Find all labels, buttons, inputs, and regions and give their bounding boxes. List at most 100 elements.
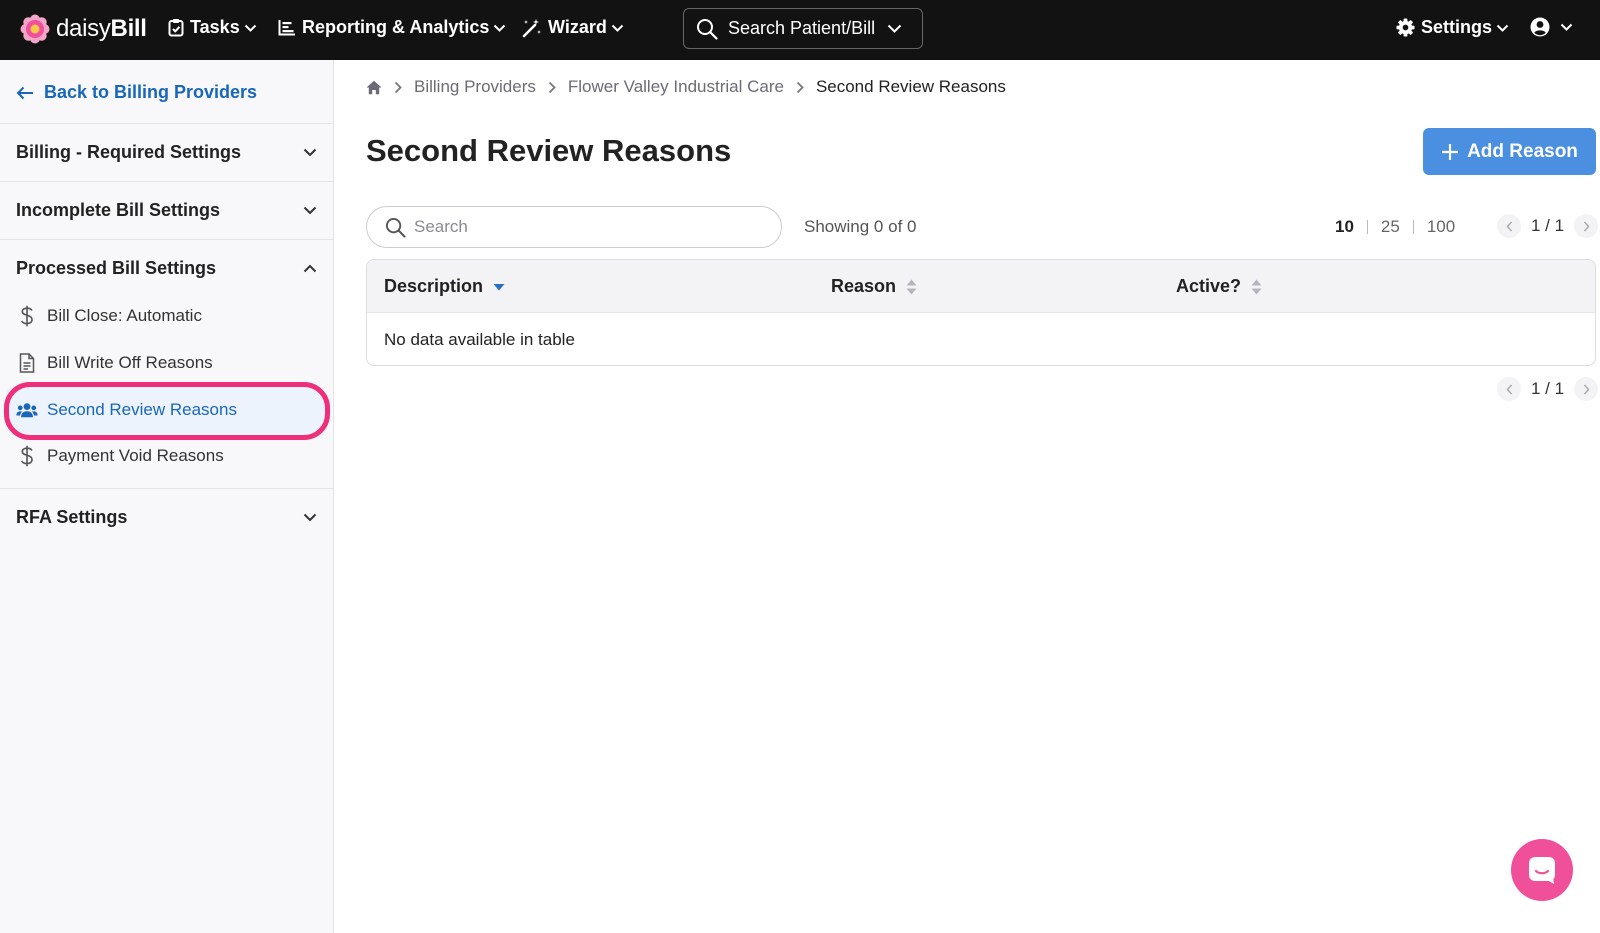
- chevron-left-icon: [1505, 221, 1512, 231]
- nav-reporting-analytics[interactable]: Reporting & Analytics: [278, 17, 506, 38]
- prev-page-button[interactable]: [1497, 377, 1521, 401]
- settings-sidebar: Back to Billing Providers Billing - Requ…: [0, 60, 334, 933]
- sidebar-item-bill-write-off-reasons[interactable]: Bill Write Off Reasons: [16, 343, 326, 383]
- chevron-down-icon: [303, 206, 317, 215]
- chevron-down-icon: [494, 24, 506, 32]
- chevron-right-icon: [1583, 221, 1590, 231]
- table-search: [366, 206, 782, 248]
- sidebar-item-label: Payment Void Reasons: [47, 446, 224, 465]
- page-title: Second Review Reasons: [366, 133, 732, 168]
- sidebar-section-billing-required[interactable]: Billing - Required Settings: [0, 123, 333, 181]
- back-link-label: Back to Billing Providers: [44, 82, 258, 102]
- search-icon: [697, 18, 718, 40]
- chevron-right-icon: [394, 81, 402, 94]
- sort-icon: [1251, 279, 1262, 295]
- nav-reporting-label: Reporting & Analytics: [302, 17, 490, 37]
- sidebar-item-label: Second Review Reasons: [47, 400, 237, 419]
- chevron-down-icon: [1560, 23, 1573, 31]
- breadcrumb-billing-providers[interactable]: Billing Providers: [414, 77, 536, 97]
- sidebar-section-incomplete-bill[interactable]: Incomplete Bill Settings: [0, 181, 333, 239]
- bar-chart-icon: [278, 20, 295, 36]
- pagination-bottom: 1 / 1: [1497, 377, 1599, 401]
- chevron-right-icon: [1583, 384, 1590, 394]
- prev-page-button[interactable]: [1497, 214, 1521, 238]
- daisybill-logo[interactable]: daisyBill: [20, 14, 147, 44]
- column-header-active[interactable]: Active?: [1176, 276, 1262, 297]
- sidebar-section-processed-bill[interactable]: Processed Bill Settings: [0, 239, 333, 297]
- sidebar-section-label: RFA Settings: [16, 507, 128, 527]
- breadcrumb-provider-name[interactable]: Flower Valley Industrial Care: [568, 77, 784, 97]
- sidebar-section-label: Processed Bill Settings: [16, 258, 217, 278]
- add-reason-button[interactable]: Add Reason: [1423, 128, 1596, 175]
- search-icon: [385, 217, 406, 238]
- user-circle-icon: [1530, 17, 1550, 37]
- table-search-input[interactable]: [414, 217, 754, 237]
- chevron-down-icon: [244, 24, 256, 32]
- arrow-left-icon: [16, 86, 33, 99]
- page-size-selector: 10 25 100: [1335, 217, 1455, 237]
- sidebar-item-label: Bill Write Off Reasons: [47, 353, 213, 372]
- page-size-100[interactable]: 100: [1427, 217, 1455, 237]
- page-indicator: 1 / 1: [1531, 216, 1565, 235]
- column-header-label: Description: [384, 276, 484, 296]
- divider: [1366, 220, 1368, 234]
- next-page-button[interactable]: [1574, 377, 1599, 401]
- empty-table-message: No data available in table: [384, 330, 575, 349]
- home-icon[interactable]: [366, 80, 382, 95]
- brand-name-part1: daisy: [56, 15, 111, 42]
- table-header: Description Reason Active?: [367, 260, 1595, 313]
- sidebar-section-label: Billing - Required Settings: [16, 142, 242, 162]
- chevron-down-icon: [887, 24, 902, 33]
- next-page-button[interactable]: [1574, 214, 1599, 238]
- page-size-10[interactable]: 10: [1335, 217, 1354, 237]
- dollar-icon: [16, 445, 38, 467]
- back-to-billing-providers-link[interactable]: Back to Billing Providers: [16, 82, 257, 103]
- chevron-right-icon: [548, 81, 556, 94]
- column-header-label: Active?: [1176, 276, 1242, 296]
- chevron-up-icon: [303, 264, 317, 273]
- sort-descending-icon: [493, 283, 505, 291]
- brand-name-part2: Bill: [110, 15, 147, 42]
- nav-settings-label: Settings: [1421, 17, 1493, 37]
- breadcrumb-current: Second Review Reasons: [815, 77, 1006, 96]
- nav-account-menu[interactable]: [1530, 17, 1573, 37]
- magic-wand-icon: [522, 18, 541, 37]
- column-header-reason[interactable]: Reason: [831, 276, 917, 297]
- nav-wizard[interactable]: Wizard: [522, 17, 624, 38]
- chevron-left-icon: [1505, 384, 1512, 394]
- chat-icon: [1529, 857, 1555, 884]
- page-indicator: 1 / 1: [1531, 379, 1565, 398]
- daisy-flower-icon: [20, 14, 50, 44]
- sidebar-item-payment-void-reasons[interactable]: Payment Void Reasons: [16, 436, 326, 476]
- second-review-reasons-table: Description Reason Active? No data avail…: [366, 259, 1596, 366]
- nav-settings[interactable]: Settings: [1396, 17, 1509, 38]
- sort-icon: [906, 279, 917, 295]
- dollar-icon: [16, 305, 38, 327]
- clipboard-check-icon: [168, 19, 184, 37]
- chevron-down-icon: [1496, 24, 1509, 32]
- sidebar-section-label: Incomplete Bill Settings: [16, 200, 221, 220]
- showing-count: Showing 0 of 0: [804, 217, 917, 236]
- top-navbar: daisyBill Tasks Reporting & Analytics Wi…: [0, 0, 1600, 60]
- support-chat-button[interactable]: [1511, 839, 1573, 901]
- patient-bill-search[interactable]: Search Patient/Bill: [683, 8, 923, 49]
- gear-icon: [1396, 18, 1415, 37]
- page-size-25[interactable]: 25: [1381, 217, 1400, 237]
- add-reason-label: Add Reason: [1467, 140, 1578, 162]
- document-icon: [16, 353, 38, 373]
- patient-bill-search-label: Search Patient/Bill: [728, 18, 876, 38]
- chevron-down-icon: [611, 24, 624, 32]
- pagination-top: 1 / 1: [1497, 214, 1599, 238]
- nav-tasks[interactable]: Tasks: [168, 17, 257, 38]
- brand-name: daisyBill: [56, 15, 147, 43]
- sidebar-section-rfa-settings[interactable]: RFA Settings: [0, 488, 333, 546]
- sidebar-item-label: Bill Close: Automatic: [47, 306, 202, 325]
- column-header-label: Reason: [831, 276, 897, 296]
- sidebar-item-bill-close-automatic[interactable]: Bill Close: Automatic: [16, 296, 326, 336]
- nav-tasks-label: Tasks: [190, 17, 240, 37]
- chevron-down-icon: [303, 513, 317, 522]
- sidebar-item-second-review-reasons[interactable]: Second Review Reasons: [16, 390, 326, 430]
- users-icon: [16, 400, 38, 420]
- nav-wizard-label: Wizard: [548, 17, 607, 37]
- column-header-description[interactable]: Description: [384, 276, 505, 297]
